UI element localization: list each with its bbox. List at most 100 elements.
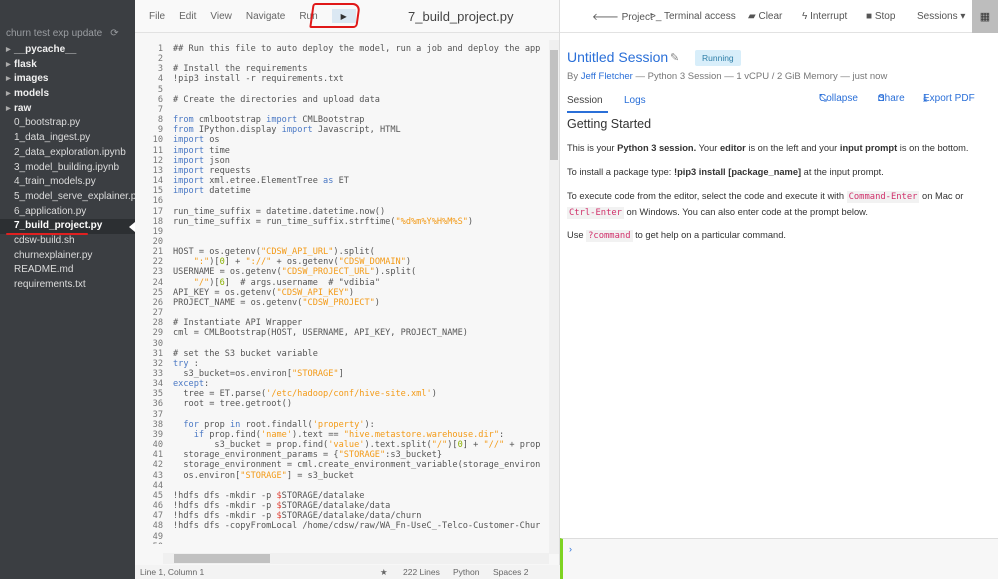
code-token: ): xyxy=(364,419,375,430)
file-label: flask xyxy=(14,58,37,70)
menu-run[interactable]: Run xyxy=(299,11,317,22)
line-number: 25 xyxy=(152,287,163,298)
run-button[interactable]: ▶ xyxy=(331,9,356,23)
star-icon[interactable]: ★ xyxy=(380,567,388,578)
file-item[interactable]: 0_bootstrap.py xyxy=(0,116,135,131)
line-text: tree = ET.parse('/etc/hadoop/conf/hive-s… xyxy=(173,389,437,399)
interrupt-button[interactable]: ϟ Interrupt xyxy=(802,11,847,22)
line-text: import time xyxy=(173,146,230,156)
code-line: 33 s3_bucket=os.environ["STORAGE"] xyxy=(135,369,549,379)
file-item[interactable]: 3_model_building.ipynb xyxy=(0,161,135,176)
line-text: import requests xyxy=(173,166,251,176)
project-button[interactable]: 🡐 Project xyxy=(592,11,653,23)
file-item[interactable]: 1_data_ingest.py xyxy=(0,131,135,146)
line-number: 44 xyxy=(152,480,163,491)
file-item[interactable]: 5_model_serve_explainer.py xyxy=(0,190,141,205)
language-mode[interactable]: Python xyxy=(453,567,479,577)
code-token: ) xyxy=(405,257,412,268)
project-title: churn test exp update ⟳ xyxy=(6,28,119,39)
folder-item[interactable]: ▶ models xyxy=(0,87,135,102)
menu-file[interactable]: File xyxy=(149,11,165,22)
sessions-dropdown[interactable]: Sessions ▾ xyxy=(917,11,965,22)
prompt-icon: › xyxy=(569,544,572,554)
code-token: root.findall( xyxy=(240,419,313,430)
code-token: import xyxy=(173,155,205,166)
code-token: "/" xyxy=(193,277,210,288)
line-text: if prop.find('name').text == "hive.metas… xyxy=(173,430,504,440)
refresh-icon[interactable]: ⟳ xyxy=(110,28,118,39)
vertical-scrollbar[interactable] xyxy=(549,40,559,554)
code-token: run_time_suffix = run_time_suffix.strfti… xyxy=(173,216,396,227)
code-token: except xyxy=(173,379,205,390)
code-token: 'name' xyxy=(260,429,293,440)
menu-view[interactable]: View xyxy=(210,11,232,22)
author-link[interactable]: Jeff Fletcher xyxy=(581,71,633,82)
scrollbar-thumb[interactable] xyxy=(550,50,558,160)
file-item[interactable]: 7_build_project.py xyxy=(0,219,135,235)
session-title[interactable]: Untitled Session xyxy=(567,49,668,65)
code-token: xml.etree.ElementTree xyxy=(204,176,324,187)
line-number: 6 xyxy=(157,94,163,105)
file-item[interactable]: 4_train_models.py xyxy=(0,175,135,190)
menu-navigate[interactable]: Navigate xyxy=(246,11,285,22)
stop-icon: ■ xyxy=(866,11,875,22)
line-number: 30 xyxy=(152,338,163,349)
code-line: 48 !hdfs dfs -copyFromLocal /home/cdsw/ra… xyxy=(135,521,549,531)
folder-item[interactable]: ▶ images xyxy=(0,72,135,87)
code-token: try xyxy=(173,358,189,369)
line-number: 23 xyxy=(152,267,163,278)
horizontal-scrollbar[interactable] xyxy=(163,553,549,564)
folder-item[interactable]: ▶ flask xyxy=(0,58,135,73)
file-item[interactable]: 6_application.py xyxy=(0,205,135,220)
tab-session[interactable]: Session xyxy=(567,95,608,113)
line-text: !hdfs dfs -copyFromLocal /home/cdsw/raw/… xyxy=(173,521,540,531)
scrollbar-thumb[interactable] xyxy=(174,554,270,563)
indent-setting[interactable]: Spaces 2 xyxy=(493,567,528,577)
line-text: storage_environment = cml.create_environ… xyxy=(173,460,540,470)
code-token: storage_environment = cml.create_environ… xyxy=(173,460,541,471)
line-number: 36 xyxy=(152,399,163,410)
line-number: 46 xyxy=(152,501,163,512)
code-token: ] # args.username # "vdibia" xyxy=(224,277,380,288)
file-label: 6_application.py xyxy=(14,205,87,217)
expand-icon: ▶ xyxy=(6,91,11,98)
code-line: 26 PROJECT_NAME = os.getenv("CDSW_PROJECT… xyxy=(135,298,549,308)
line-number: 24 xyxy=(152,277,163,288)
line-number: 38 xyxy=(152,419,163,430)
stop-button[interactable]: ■ Stop xyxy=(866,11,895,22)
code-token: "CDSW_API_URL" xyxy=(260,247,334,258)
code-token: !hdfs dfs -mkdir -p xyxy=(173,490,277,501)
file-item[interactable]: requirements.txt xyxy=(0,278,135,293)
folder-item[interactable]: ▶ raw xyxy=(0,102,135,117)
code-line: 10 import os xyxy=(135,135,549,145)
line-text: "/")[6] # args.username # "vdibia" xyxy=(173,278,380,288)
line-text: os.environ["STORAGE"] = s3_bucket xyxy=(173,471,354,481)
code-line: 14 import xml.etree.ElementTree as ET xyxy=(135,176,549,186)
session-panel: 🡐 Project >_ Terminal access ▰ Clear ϟ I… xyxy=(560,0,998,579)
help-paragraph: Use ?command to get help on a particular… xyxy=(567,230,786,242)
tab-logs[interactable]: Logs xyxy=(624,95,646,106)
code-line: 21 HOST = os.getenv("CDSW_API_URL").split… xyxy=(135,247,549,257)
status-badge: Running xyxy=(695,50,741,66)
file-label: models xyxy=(14,88,50,100)
code-token: os.environ[ xyxy=(173,470,241,481)
file-item[interactable]: README.md xyxy=(0,263,135,278)
line-number: 12 xyxy=(152,155,163,166)
apps-grid-button[interactable]: ▦ xyxy=(972,0,998,33)
code-area[interactable]: 1 ## Run this file to auto deploy the mod… xyxy=(135,44,549,544)
menu-edit[interactable]: Edit xyxy=(179,11,196,22)
file-item[interactable]: cdsw-build.sh xyxy=(0,234,135,249)
file-item[interactable]: churnexplainer.py xyxy=(0,249,135,264)
line-text: # set the S3 bucket variable xyxy=(173,349,318,359)
file-label: __pycache__ xyxy=(14,44,77,55)
console-input[interactable]: › xyxy=(560,538,998,579)
file-item[interactable]: 2_data_exploration.ipynb xyxy=(0,146,135,161)
code-token: requests xyxy=(204,165,251,176)
terminal-access-button[interactable]: >_ Terminal access xyxy=(650,11,736,22)
code-token: )[ xyxy=(209,257,220,268)
folder-item[interactable]: ▶ __pycache__ xyxy=(0,43,135,58)
clear-button[interactable]: ▰ Clear xyxy=(748,11,782,22)
edit-icon[interactable]: ✎ xyxy=(670,51,679,64)
code-token: "CDSW_PROJECT_URL" xyxy=(281,267,375,278)
